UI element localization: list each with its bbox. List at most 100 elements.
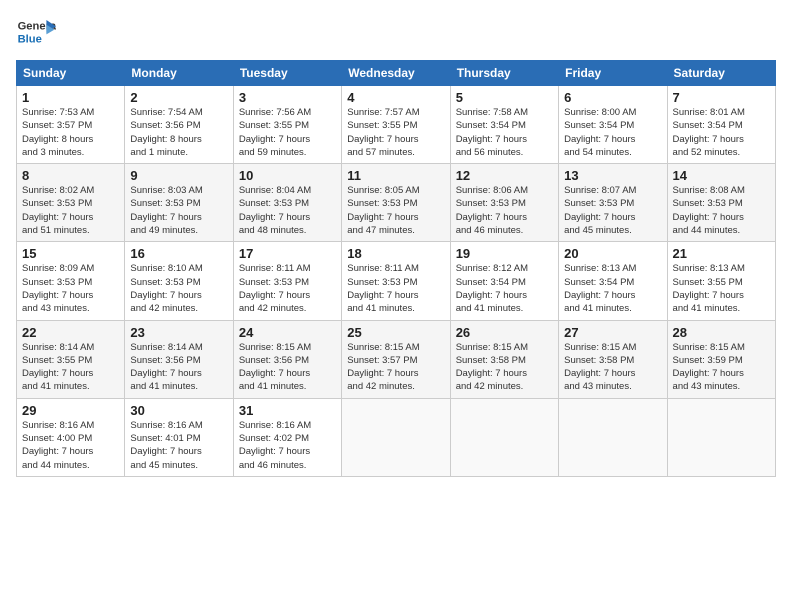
calendar-cell: 15Sunrise: 8:09 AM Sunset: 3:53 PM Dayli… [17,242,125,320]
day-info: Sunrise: 8:09 AM Sunset: 3:53 PM Dayligh… [22,262,119,315]
day-number: 29 [22,403,119,418]
day-number: 4 [347,90,444,105]
weekday-header-wednesday: Wednesday [342,61,450,86]
calendar-cell: 29Sunrise: 8:16 AM Sunset: 4:00 PM Dayli… [17,398,125,476]
day-info: Sunrise: 7:54 AM Sunset: 3:56 PM Dayligh… [130,106,227,159]
calendar-cell: 18Sunrise: 8:11 AM Sunset: 3:53 PM Dayli… [342,242,450,320]
weekday-header-sunday: Sunday [17,61,125,86]
day-number: 27 [564,325,661,340]
day-info: Sunrise: 7:53 AM Sunset: 3:57 PM Dayligh… [22,106,119,159]
day-number: 14 [673,168,770,183]
weekday-header-thursday: Thursday [450,61,558,86]
calendar-cell: 3Sunrise: 7:56 AM Sunset: 3:55 PM Daylig… [233,86,341,164]
day-number: 19 [456,246,553,261]
day-info: Sunrise: 8:10 AM Sunset: 3:53 PM Dayligh… [130,262,227,315]
calendar-cell: 22Sunrise: 8:14 AM Sunset: 3:55 PM Dayli… [17,320,125,398]
calendar-cell: 21Sunrise: 8:13 AM Sunset: 3:55 PM Dayli… [667,242,775,320]
calendar-week-4: 22Sunrise: 8:14 AM Sunset: 3:55 PM Dayli… [17,320,776,398]
logo: General Blue [16,12,56,52]
day-number: 26 [456,325,553,340]
weekday-header-saturday: Saturday [667,61,775,86]
day-number: 31 [239,403,336,418]
day-number: 23 [130,325,227,340]
day-info: Sunrise: 8:06 AM Sunset: 3:53 PM Dayligh… [456,184,553,237]
day-number: 11 [347,168,444,183]
day-info: Sunrise: 8:13 AM Sunset: 3:55 PM Dayligh… [673,262,770,315]
calendar-cell: 10Sunrise: 8:04 AM Sunset: 3:53 PM Dayli… [233,164,341,242]
calendar-week-1: 1Sunrise: 7:53 AM Sunset: 3:57 PM Daylig… [17,86,776,164]
day-number: 12 [456,168,553,183]
calendar-cell: 4Sunrise: 7:57 AM Sunset: 3:55 PM Daylig… [342,86,450,164]
calendar-cell: 28Sunrise: 8:15 AM Sunset: 3:59 PM Dayli… [667,320,775,398]
day-number: 17 [239,246,336,261]
day-info: Sunrise: 8:15 AM Sunset: 3:57 PM Dayligh… [347,341,444,394]
day-number: 15 [22,246,119,261]
day-info: Sunrise: 8:01 AM Sunset: 3:54 PM Dayligh… [673,106,770,159]
calendar-cell [450,398,558,476]
day-number: 24 [239,325,336,340]
logo-icon: General Blue [16,12,56,52]
calendar-cell: 14Sunrise: 8:08 AM Sunset: 3:53 PM Dayli… [667,164,775,242]
day-info: Sunrise: 8:11 AM Sunset: 3:53 PM Dayligh… [347,262,444,315]
calendar-cell [667,398,775,476]
calendar-cell: 17Sunrise: 8:11 AM Sunset: 3:53 PM Dayli… [233,242,341,320]
day-info: Sunrise: 8:05 AM Sunset: 3:53 PM Dayligh… [347,184,444,237]
day-number: 3 [239,90,336,105]
day-info: Sunrise: 8:16 AM Sunset: 4:00 PM Dayligh… [22,419,119,472]
calendar-week-2: 8Sunrise: 8:02 AM Sunset: 3:53 PM Daylig… [17,164,776,242]
day-number: 30 [130,403,227,418]
calendar-cell: 5Sunrise: 7:58 AM Sunset: 3:54 PM Daylig… [450,86,558,164]
header: General Blue [16,12,776,52]
day-info: Sunrise: 8:11 AM Sunset: 3:53 PM Dayligh… [239,262,336,315]
calendar-cell: 19Sunrise: 8:12 AM Sunset: 3:54 PM Dayli… [450,242,558,320]
calendar-cell: 23Sunrise: 8:14 AM Sunset: 3:56 PM Dayli… [125,320,233,398]
calendar-cell: 9Sunrise: 8:03 AM Sunset: 3:53 PM Daylig… [125,164,233,242]
calendar-cell: 8Sunrise: 8:02 AM Sunset: 3:53 PM Daylig… [17,164,125,242]
day-number: 1 [22,90,119,105]
day-info: Sunrise: 8:08 AM Sunset: 3:53 PM Dayligh… [673,184,770,237]
day-info: Sunrise: 8:15 AM Sunset: 3:56 PM Dayligh… [239,341,336,394]
calendar-cell: 20Sunrise: 8:13 AM Sunset: 3:54 PM Dayli… [559,242,667,320]
calendar-cell: 11Sunrise: 8:05 AM Sunset: 3:53 PM Dayli… [342,164,450,242]
day-info: Sunrise: 7:58 AM Sunset: 3:54 PM Dayligh… [456,106,553,159]
day-number: 2 [130,90,227,105]
calendar-cell: 31Sunrise: 8:16 AM Sunset: 4:02 PM Dayli… [233,398,341,476]
weekday-header-monday: Monday [125,61,233,86]
day-info: Sunrise: 8:00 AM Sunset: 3:54 PM Dayligh… [564,106,661,159]
day-number: 21 [673,246,770,261]
day-info: Sunrise: 8:15 AM Sunset: 3:59 PM Dayligh… [673,341,770,394]
calendar-cell: 16Sunrise: 8:10 AM Sunset: 3:53 PM Dayli… [125,242,233,320]
calendar-cell: 27Sunrise: 8:15 AM Sunset: 3:58 PM Dayli… [559,320,667,398]
day-number: 5 [456,90,553,105]
day-info: Sunrise: 8:04 AM Sunset: 3:53 PM Dayligh… [239,184,336,237]
calendar-table: SundayMondayTuesdayWednesdayThursdayFrid… [16,60,776,477]
calendar-cell: 30Sunrise: 8:16 AM Sunset: 4:01 PM Dayli… [125,398,233,476]
calendar-cell: 7Sunrise: 8:01 AM Sunset: 3:54 PM Daylig… [667,86,775,164]
calendar-week-3: 15Sunrise: 8:09 AM Sunset: 3:53 PM Dayli… [17,242,776,320]
day-number: 20 [564,246,661,261]
calendar-cell: 1Sunrise: 7:53 AM Sunset: 3:57 PM Daylig… [17,86,125,164]
calendar-cell: 2Sunrise: 7:54 AM Sunset: 3:56 PM Daylig… [125,86,233,164]
day-number: 18 [347,246,444,261]
day-info: Sunrise: 8:13 AM Sunset: 3:54 PM Dayligh… [564,262,661,315]
day-info: Sunrise: 8:12 AM Sunset: 3:54 PM Dayligh… [456,262,553,315]
day-number: 7 [673,90,770,105]
day-info: Sunrise: 8:07 AM Sunset: 3:53 PM Dayligh… [564,184,661,237]
day-info: Sunrise: 8:16 AM Sunset: 4:02 PM Dayligh… [239,419,336,472]
page-container: General Blue SundayMondayTuesdayWednesda… [0,0,792,485]
calendar-cell [342,398,450,476]
calendar-cell [559,398,667,476]
calendar-cell: 6Sunrise: 8:00 AM Sunset: 3:54 PM Daylig… [559,86,667,164]
day-number: 10 [239,168,336,183]
calendar-week-5: 29Sunrise: 8:16 AM Sunset: 4:00 PM Dayli… [17,398,776,476]
calendar-cell: 24Sunrise: 8:15 AM Sunset: 3:56 PM Dayli… [233,320,341,398]
calendar-cell: 26Sunrise: 8:15 AM Sunset: 3:58 PM Dayli… [450,320,558,398]
day-info: Sunrise: 8:16 AM Sunset: 4:01 PM Dayligh… [130,419,227,472]
day-info: Sunrise: 8:15 AM Sunset: 3:58 PM Dayligh… [564,341,661,394]
day-info: Sunrise: 8:14 AM Sunset: 3:56 PM Dayligh… [130,341,227,394]
day-info: Sunrise: 8:03 AM Sunset: 3:53 PM Dayligh… [130,184,227,237]
day-number: 28 [673,325,770,340]
weekday-header-row: SundayMondayTuesdayWednesdayThursdayFrid… [17,61,776,86]
weekday-header-tuesday: Tuesday [233,61,341,86]
day-number: 25 [347,325,444,340]
